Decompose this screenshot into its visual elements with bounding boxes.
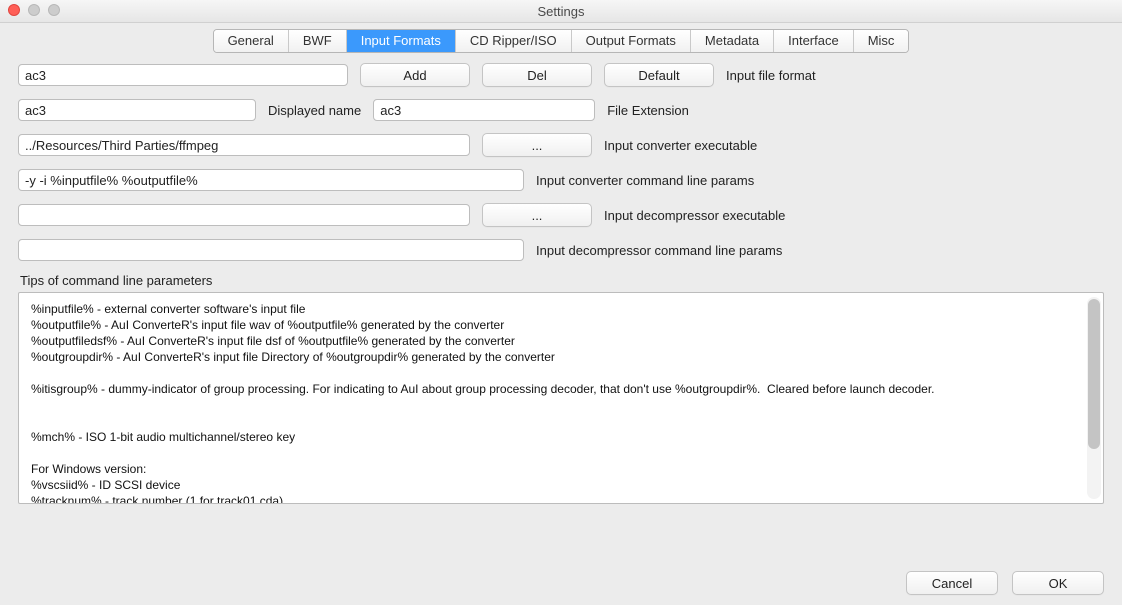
input-file-format-label: Input file format: [726, 68, 816, 83]
titlebar: Settings: [0, 0, 1122, 23]
tab-bwf[interactable]: BWF: [289, 30, 347, 52]
row-input-format: ac3 Add Del Default Input file format: [18, 63, 1104, 87]
tips-box: %inputfile% - external converter softwar…: [18, 292, 1104, 504]
tab-segmented-control: GeneralBWFInput FormatsCD Ripper/ISOOutp…: [213, 29, 910, 53]
converter-params-value: -y -i %inputfile% %outputfile%: [25, 173, 198, 188]
minimize-icon[interactable]: [28, 4, 40, 16]
displayed-name-value: ac3: [25, 103, 46, 118]
row-name-extension: ac3 Displayed name ac3 File Extension: [18, 99, 1104, 121]
tab-bar: GeneralBWFInput FormatsCD Ripper/ISOOutp…: [0, 23, 1122, 63]
tips-heading: Tips of command line parameters: [20, 273, 1104, 288]
window-controls: [8, 4, 60, 16]
row-decompressor-params: Input decompressor command line params: [18, 239, 1104, 261]
tab-metadata[interactable]: Metadata: [691, 30, 774, 52]
add-button[interactable]: Add: [360, 63, 470, 87]
tips-text: %inputfile% - external converter softwar…: [19, 293, 1103, 504]
tab-misc[interactable]: Misc: [854, 30, 909, 52]
tab-input-formats[interactable]: Input Formats: [347, 30, 456, 52]
tab-cd-ripper-iso[interactable]: CD Ripper/ISO: [456, 30, 572, 52]
ok-button[interactable]: OK: [1012, 571, 1104, 595]
row-converter-executable: ../Resources/Third Parties/ffmpeg ... In…: [18, 133, 1104, 157]
file-extension-field[interactable]: ac3: [373, 99, 595, 121]
window-title: Settings: [538, 4, 585, 19]
row-converter-params: -y -i %inputfile% %outputfile% Input con…: [18, 169, 1104, 191]
converter-executable-label: Input converter executable: [604, 138, 757, 153]
row-decompressor-executable: ... Input decompressor executable: [18, 203, 1104, 227]
converter-path-field[interactable]: ../Resources/Third Parties/ffmpeg: [18, 134, 470, 156]
default-button[interactable]: Default: [604, 63, 714, 87]
converter-params-field[interactable]: -y -i %inputfile% %outputfile%: [18, 169, 524, 191]
zoom-icon[interactable]: [48, 4, 60, 16]
decompressor-params-field[interactable]: [18, 239, 524, 261]
displayed-name-field[interactable]: ac3: [18, 99, 256, 121]
format-select-value: ac3: [25, 68, 46, 83]
tab-output-formats[interactable]: Output Formats: [572, 30, 691, 52]
file-extension-value: ac3: [380, 103, 401, 118]
converter-params-label: Input converter command line params: [536, 173, 754, 188]
file-extension-label: File Extension: [607, 103, 689, 118]
dialog-footer: Cancel OK: [906, 571, 1104, 595]
format-select[interactable]: ac3: [18, 64, 348, 86]
cancel-button[interactable]: Cancel: [906, 571, 998, 595]
decompressor-executable-label: Input decompressor executable: [604, 208, 785, 223]
displayed-name-label: Displayed name: [268, 103, 361, 118]
converter-path-value: ../Resources/Third Parties/ffmpeg: [25, 138, 218, 153]
converter-browse-button[interactable]: ...: [482, 133, 592, 157]
content-area: ac3 Add Del Default Input file format ac…: [0, 63, 1122, 504]
tab-general[interactable]: General: [214, 30, 289, 52]
decompressor-path-field[interactable]: [18, 204, 470, 226]
del-button[interactable]: Del: [482, 63, 592, 87]
close-icon[interactable]: [8, 4, 20, 16]
scrollbar-thumb[interactable]: [1088, 299, 1100, 449]
tab-interface[interactable]: Interface: [774, 30, 854, 52]
decompressor-params-label: Input decompressor command line params: [536, 243, 782, 258]
decompressor-browse-button[interactable]: ...: [482, 203, 592, 227]
